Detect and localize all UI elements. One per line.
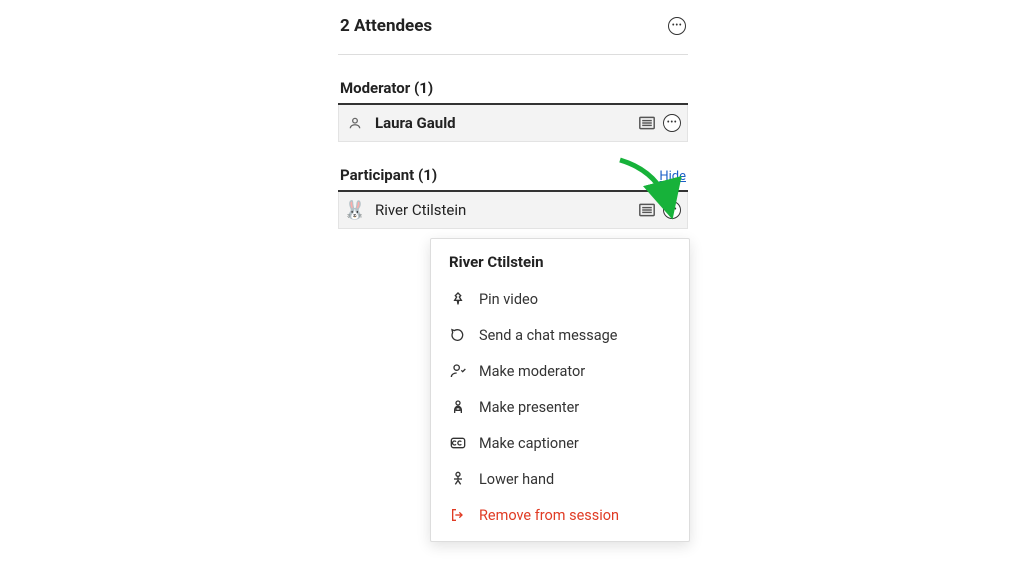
exit-icon bbox=[449, 506, 467, 524]
list-icon[interactable] bbox=[639, 203, 655, 217]
participant-section-header: Participant (1) Hide bbox=[338, 166, 688, 192]
hide-link[interactable]: Hide bbox=[659, 169, 686, 184]
menu-item-label: Make captioner bbox=[479, 435, 579, 452]
menu-make-presenter[interactable]: Make presenter bbox=[431, 389, 689, 425]
moderator-section-title: Moderator (1) bbox=[340, 79, 433, 97]
menu-title: River Ctilstein bbox=[431, 253, 689, 281]
attendee-row[interactable]: Laura Gauld bbox=[338, 105, 688, 142]
menu-item-label: Pin video bbox=[479, 291, 538, 308]
menu-item-label: Lower hand bbox=[479, 471, 554, 488]
menu-remove-session[interactable]: Remove from session bbox=[431, 497, 689, 533]
presenter-icon bbox=[449, 398, 467, 416]
moderator-icon bbox=[449, 362, 467, 380]
pin-icon bbox=[449, 290, 467, 308]
menu-item-label: Send a chat message bbox=[479, 327, 617, 344]
more-icon bbox=[667, 205, 678, 215]
participant-section: Participant (1) Hide 🐰 River Ctilstein bbox=[338, 166, 688, 229]
attendee-more-button[interactable] bbox=[663, 114, 681, 132]
panel-more-button[interactable] bbox=[668, 17, 686, 35]
person-icon bbox=[345, 113, 365, 133]
attendee-name: Laura Gauld bbox=[375, 114, 639, 132]
more-icon bbox=[672, 21, 683, 31]
menu-lower-hand[interactable]: Lower hand bbox=[431, 461, 689, 497]
chat-icon bbox=[449, 326, 467, 344]
menu-make-captioner[interactable]: Make captioner bbox=[431, 425, 689, 461]
panel-header: 2 Attendees bbox=[338, 12, 688, 55]
lower-hand-icon bbox=[449, 470, 467, 488]
menu-item-label: Make moderator bbox=[479, 363, 585, 380]
menu-item-label: Make presenter bbox=[479, 399, 579, 416]
captioner-icon bbox=[449, 434, 467, 452]
attendee-context-menu: River Ctilstein Pin video Send a chat me… bbox=[430, 238, 690, 542]
attendees-panel: 2 Attendees Moderator (1) Laura Gauld bbox=[338, 12, 688, 229]
participant-section-title: Participant (1) bbox=[340, 166, 437, 184]
menu-send-chat[interactable]: Send a chat message bbox=[431, 317, 689, 353]
moderator-section: Moderator (1) Laura Gauld bbox=[338, 79, 688, 142]
list-icon[interactable] bbox=[639, 116, 655, 130]
panel-title: 2 Attendees bbox=[340, 16, 432, 36]
menu-pin-video[interactable]: Pin video bbox=[431, 281, 689, 317]
moderator-section-header: Moderator (1) bbox=[338, 79, 688, 105]
menu-make-moderator[interactable]: Make moderator bbox=[431, 353, 689, 389]
attendee-name: River Ctilstein bbox=[375, 201, 639, 219]
attendee-more-button[interactable] bbox=[663, 201, 681, 219]
more-icon bbox=[667, 118, 678, 128]
menu-item-label: Remove from session bbox=[479, 507, 619, 524]
avatar-icon: 🐰 bbox=[345, 200, 365, 220]
attendee-row[interactable]: 🐰 River Ctilstein bbox=[338, 192, 688, 229]
